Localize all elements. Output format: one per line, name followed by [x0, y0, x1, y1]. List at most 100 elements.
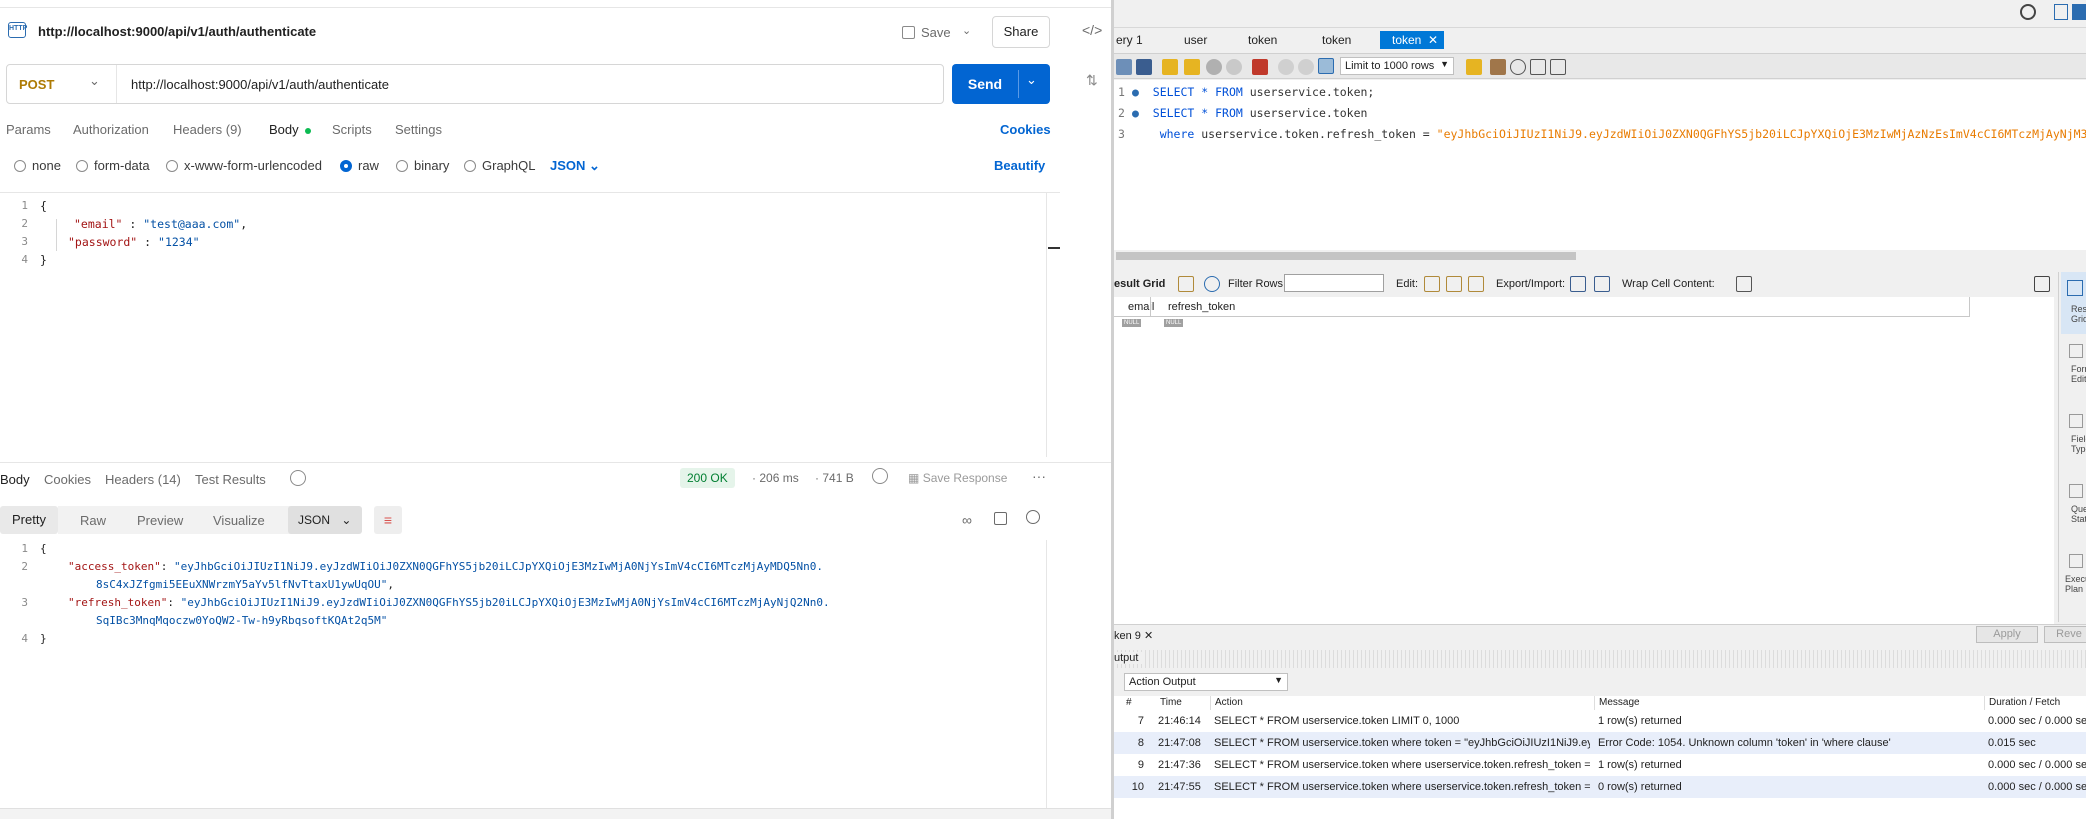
response-format-select[interactable]: JSON ⌄	[288, 506, 362, 534]
autocommit-icon[interactable]	[1318, 58, 1334, 74]
resp-tab-headers[interactable]: Headers (14)	[105, 472, 181, 487]
search-icon[interactable]	[1026, 510, 1040, 524]
explain-icon[interactable]	[1206, 59, 1222, 75]
wrap-lines-icon[interactable]: ≡	[374, 506, 402, 534]
commit-icon[interactable]	[1278, 59, 1294, 75]
filter-rows-input[interactable]	[1284, 274, 1384, 292]
tab-body[interactable]: Body	[269, 122, 312, 137]
close-icon[interactable]: ✕	[1428, 31, 1438, 49]
radio-raw[interactable]: raw	[340, 158, 379, 173]
export-icon[interactable]	[1570, 276, 1586, 292]
save-icon[interactable]	[1136, 59, 1152, 75]
limit-select[interactable]: Limit to 1000 rows ▼	[1340, 57, 1454, 75]
output-row[interactable]: 7 21:46:14 SELECT * FROM userservice.tok…	[1114, 710, 2086, 732]
column-header-refresh-token[interactable]: refresh_token	[1168, 301, 1235, 313]
view-tab-pretty[interactable]: Pretty	[0, 506, 58, 534]
view-tab-visualize[interactable]: Visualize	[213, 513, 265, 528]
save-dropdown-chevron-icon[interactable]: ⌄	[962, 24, 971, 37]
status-badge[interactable]: 200 OK	[680, 468, 735, 488]
output-row[interactable]: 8 21:47:08 SELECT * FROM userservice.tok…	[1114, 732, 2086, 754]
stop-icon[interactable]	[1226, 59, 1242, 75]
radio-binary[interactable]: binary	[396, 158, 449, 173]
panel-toggle-icon[interactable]	[2072, 4, 2086, 20]
grid-icon[interactable]	[1178, 276, 1194, 292]
null-cell[interactable]: NULL	[1122, 319, 1142, 327]
radio-graphql[interactable]: GraphQL	[464, 158, 535, 173]
request-body-editor[interactable]: 1{ 2 "email" : "test@aaa.com", 3 "password…	[0, 192, 1060, 460]
view-tab-raw[interactable]: Raw	[80, 513, 106, 528]
copy-icon[interactable]	[994, 512, 1007, 525]
save-button[interactable]: Save	[902, 18, 951, 46]
query-tab[interactable]: ery 1	[1114, 31, 1172, 49]
tab-headers[interactable]: Headers (9)	[173, 122, 242, 137]
result-grid[interactable]: email refresh_token NULL NULL	[1114, 297, 2054, 627]
history-icon[interactable]	[290, 470, 306, 486]
query-tab[interactable]: token	[1310, 31, 1380, 49]
star-icon[interactable]	[1466, 59, 1482, 75]
side-tab-result-grid[interactable]: Resu Grid	[2061, 272, 2086, 334]
tab-scripts[interactable]: Scripts	[332, 122, 372, 137]
save-response-button[interactable]: ▦ Save Response	[908, 471, 1007, 485]
import-icon[interactable]	[1594, 276, 1610, 292]
resp-tab-cookies[interactable]: Cookies	[44, 472, 91, 487]
body-format-select[interactable]: JSON ⌄	[550, 158, 600, 174]
send-button[interactable]: Send	[952, 64, 1018, 104]
scroll-thumb[interactable]	[1048, 247, 1060, 249]
wrap-icon[interactable]	[1550, 59, 1566, 75]
panel-toggle-icon[interactable]	[2054, 4, 2068, 20]
delete-row-icon[interactable]	[1468, 276, 1484, 292]
apply-button[interactable]: Apply	[1976, 626, 2038, 643]
editor-scrollbar[interactable]	[1046, 193, 1060, 457]
edit-row-icon[interactable]	[1424, 276, 1440, 292]
toggle-icon[interactable]	[1252, 59, 1268, 75]
refresh-icon[interactable]	[1204, 276, 1220, 292]
more-options-icon[interactable]: ···	[1032, 468, 1046, 484]
radio-none[interactable]: none	[14, 158, 61, 173]
beautify-icon[interactable]	[1490, 59, 1506, 75]
close-icon[interactable]: ✕	[1144, 630, 1153, 642]
side-tab-query-stats[interactable]: Query Stats	[2061, 482, 2086, 542]
side-tab-form-editor[interactable]: Form Edit	[2061, 342, 2086, 402]
tab-params[interactable]: Params	[6, 122, 51, 137]
resp-tab-test-results[interactable]: Test Results	[195, 472, 266, 487]
action-output-select[interactable]: Action Output ▼	[1124, 673, 1288, 691]
sql-editor[interactable]: 1 ● SELECT * FROM userservice.token; 2 ● S…	[1114, 80, 2086, 262]
add-row-icon[interactable]	[1446, 276, 1462, 292]
scroll-thumb[interactable]	[1116, 252, 1576, 260]
query-tab-active[interactable]: token ✕	[1380, 31, 1444, 49]
link-icon[interactable]: ∞	[962, 512, 972, 528]
wrap-cell-icon[interactable]	[1736, 276, 1752, 292]
execute-icon[interactable]	[1162, 59, 1178, 75]
sync-icon[interactable]: ⇅	[1086, 72, 1098, 89]
send-dropdown-chevron-icon[interactable]: ⌄	[1026, 72, 1037, 88]
url-input[interactable]: http://localhost:9000/api/v1/auth/authen…	[131, 77, 389, 92]
share-button[interactable]: Share	[992, 16, 1050, 48]
side-tab-execution-plan[interactable]: Executi Plan	[2061, 552, 2086, 612]
find-icon[interactable]	[1510, 59, 1526, 75]
cookies-link[interactable]: Cookies	[1000, 122, 1051, 137]
side-tab-field-types[interactable]: Field Type	[2061, 412, 2086, 472]
execute-current-icon[interactable]	[1184, 59, 1200, 75]
resp-tab-body[interactable]: Body	[0, 472, 30, 487]
tab-settings[interactable]: Settings	[395, 122, 442, 137]
response-code[interactable]: 1{ 2 "access_token": "eyJhbGciOiJIUzI1NiJ…	[8, 540, 829, 648]
toggle-panel-icon[interactable]	[2034, 276, 2050, 292]
radio-urlencoded[interactable]: x-www-form-urlencoded	[166, 158, 322, 173]
radio-form-data[interactable]: form-data	[76, 158, 150, 173]
response-size[interactable]: · 741 B	[815, 471, 854, 485]
rollback-icon[interactable]	[1298, 59, 1314, 75]
tab-authorization[interactable]: Authorization	[73, 122, 149, 137]
null-cell[interactable]: NULL	[1164, 319, 1184, 327]
output-row[interactable]: 10 21:47:55 SELECT * FROM userservice.to…	[1114, 776, 2086, 798]
response-scrollbar[interactable]	[1046, 540, 1060, 808]
open-icon[interactable]	[1116, 59, 1132, 75]
beautify-link[interactable]: Beautify	[994, 158, 1045, 173]
code-icon[interactable]: </>	[1082, 22, 1102, 38]
response-time[interactable]: · 206 ms	[752, 471, 799, 485]
globe-icon[interactable]	[872, 468, 888, 484]
settings-icon[interactable]	[2020, 4, 2036, 20]
result-tab[interactable]: ken 9 ✕	[1114, 629, 1153, 642]
query-tab[interactable]: token	[1236, 31, 1310, 49]
revert-button[interactable]: Reve	[2044, 626, 2086, 643]
query-tab[interactable]: user	[1172, 31, 1236, 49]
